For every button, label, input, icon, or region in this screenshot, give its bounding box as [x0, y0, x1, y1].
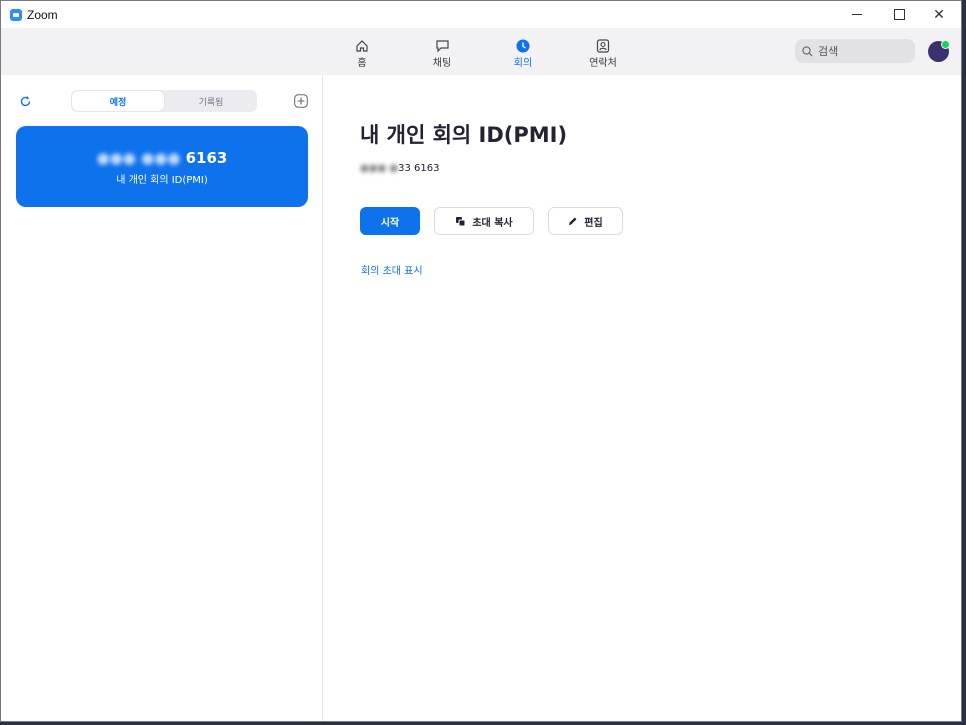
zoom-window: Zoom ✕ 홈 채팅 회의 연락처 검색 예정 기록됨 ●●● ●●● 616…: [0, 0, 962, 722]
start-button[interactable]: 시작: [360, 207, 420, 235]
tab-meetings[interactable]: 회의: [498, 37, 548, 69]
title-bar: Zoom ✕: [1, 1, 961, 28]
minimize-button[interactable]: [837, 1, 877, 28]
presence-status-dot: [941, 40, 950, 49]
pmi-card-number: ●●● ●●● 6163: [16, 149, 308, 167]
search-icon: [802, 45, 813, 56]
pencil-icon: [569, 217, 577, 225]
tab-upcoming[interactable]: 예정: [72, 91, 164, 111]
tab-chat-label: 채팅: [432, 58, 452, 69]
tab-chat[interactable]: 채팅: [417, 37, 467, 69]
pmi-id-visible: 33 6163: [398, 163, 440, 174]
home-icon: [337, 37, 387, 54]
close-button[interactable]: ✕: [919, 1, 959, 28]
tab-recorded[interactable]: 기록됨: [165, 90, 257, 112]
page-title: 내 개인 회의 ID(PMI): [360, 123, 568, 147]
chat-icon: [417, 37, 467, 54]
tab-home-label: 홈: [357, 58, 367, 69]
masked-digits: ●●● ●●●: [96, 149, 181, 167]
meeting-clock-icon: [498, 37, 548, 54]
contacts-icon: [578, 37, 628, 54]
search-label: 검색: [818, 45, 839, 58]
add-meeting-icon[interactable]: [294, 93, 308, 112]
upcoming-recorded-toggle: 예정 기록됨: [71, 90, 257, 112]
zoom-logo-icon: [10, 8, 22, 21]
tab-meetings-label: 회의: [513, 58, 533, 69]
meeting-detail-pane: 내 개인 회의 ID(PMI) ●●● ●33 6163 시작 초대 복사 편집…: [323, 75, 961, 721]
tab-home[interactable]: 홈: [337, 37, 387, 69]
pmi-card-label: 내 개인 회의 ID(PMI): [116, 175, 208, 186]
pmi-meeting-card[interactable]: ●●● ●●● 6163 내 개인 회의 ID(PMI): [16, 126, 308, 207]
avatar[interactable]: [928, 40, 950, 62]
edit-button[interactable]: 편집: [548, 207, 623, 235]
start-button-label: 시작: [380, 217, 400, 229]
pmi-id-value: ●●● ●33 6163: [360, 163, 439, 174]
masked-digits: ●●● ●: [360, 163, 399, 174]
tab-contacts-label: 연락처: [589, 58, 617, 69]
copy-invitation-label: 초대 복사: [472, 217, 513, 229]
show-invitation-link[interactable]: 회의 초대 표시: [361, 262, 423, 277]
search-box[interactable]: 검색: [795, 39, 915, 63]
copy-icon: [456, 216, 466, 226]
tab-contacts[interactable]: 연락처: [578, 37, 628, 69]
refresh-icon[interactable]: [19, 93, 32, 112]
window-title: Zoom: [27, 7, 58, 22]
maximize-button[interactable]: [879, 1, 919, 28]
top-navigation: 홈 채팅 회의 연락처 검색: [1, 28, 961, 75]
copy-invitation-button[interactable]: 초대 복사: [434, 207, 534, 235]
edit-button-label: 편집: [584, 217, 603, 229]
pmi-card-number-visible: 6163: [185, 149, 228, 167]
meetings-list-pane: 예정 기록됨 ●●● ●●● 6163 내 개인 회의 ID(PMI): [1, 75, 323, 721]
